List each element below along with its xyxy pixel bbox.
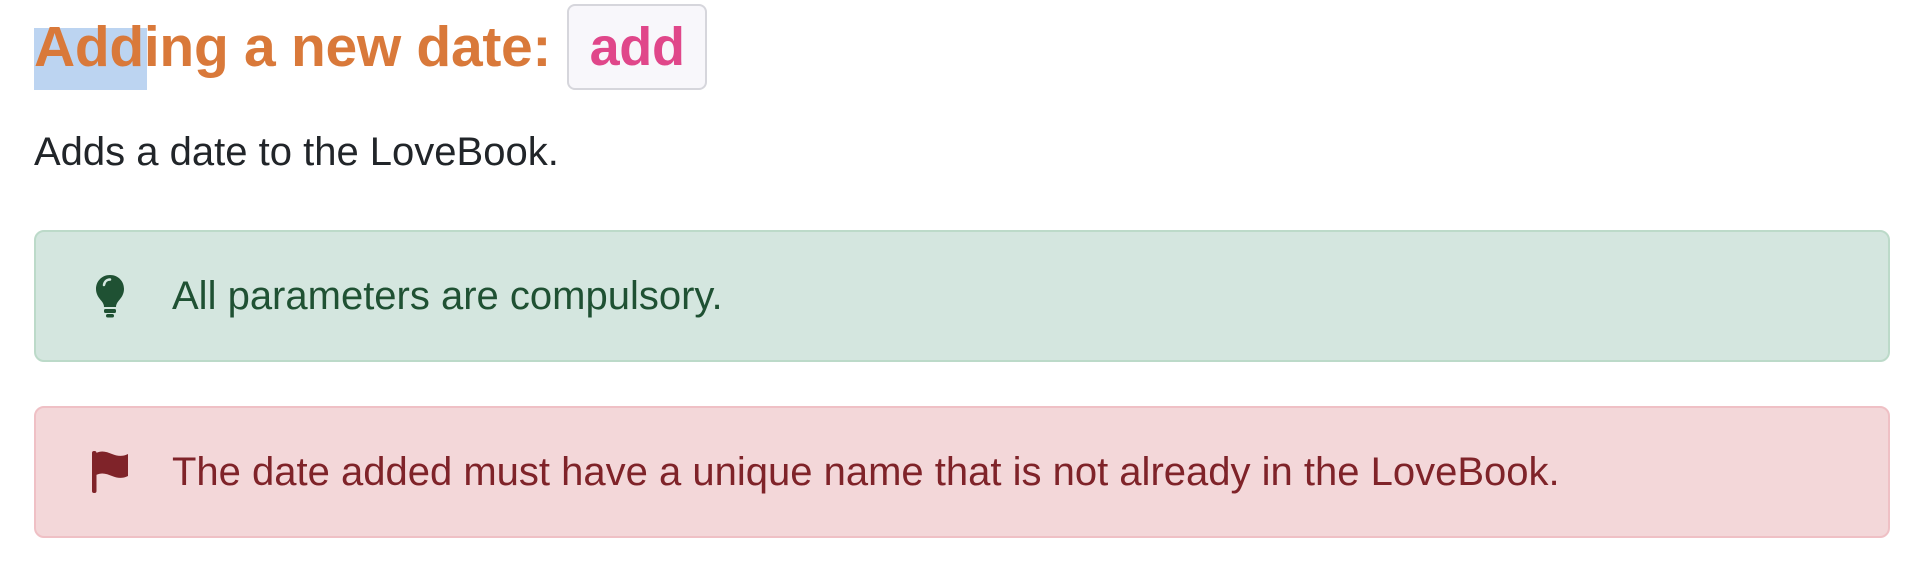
flag-icon bbox=[90, 449, 130, 495]
section-heading: Adding a new date: add bbox=[34, 4, 708, 90]
lightbulb-icon bbox=[90, 273, 130, 319]
tip-text: All parameters are compulsory. bbox=[172, 273, 723, 318]
heading-title-label: Adding a new date: bbox=[34, 15, 552, 79]
heading-title: Adding a new date: bbox=[34, 14, 552, 90]
tip-callout: All parameters are compulsory. bbox=[34, 230, 1890, 362]
warning-callout: The date added must have a unique name t… bbox=[34, 406, 1890, 538]
warning-text: The date added must have a unique name t… bbox=[172, 449, 1560, 494]
command-code: add bbox=[567, 4, 708, 90]
page: Adding a new date: add Adds a date to th… bbox=[0, 0, 1920, 562]
description-text: Adds a date to the LoveBook. bbox=[34, 130, 559, 174]
